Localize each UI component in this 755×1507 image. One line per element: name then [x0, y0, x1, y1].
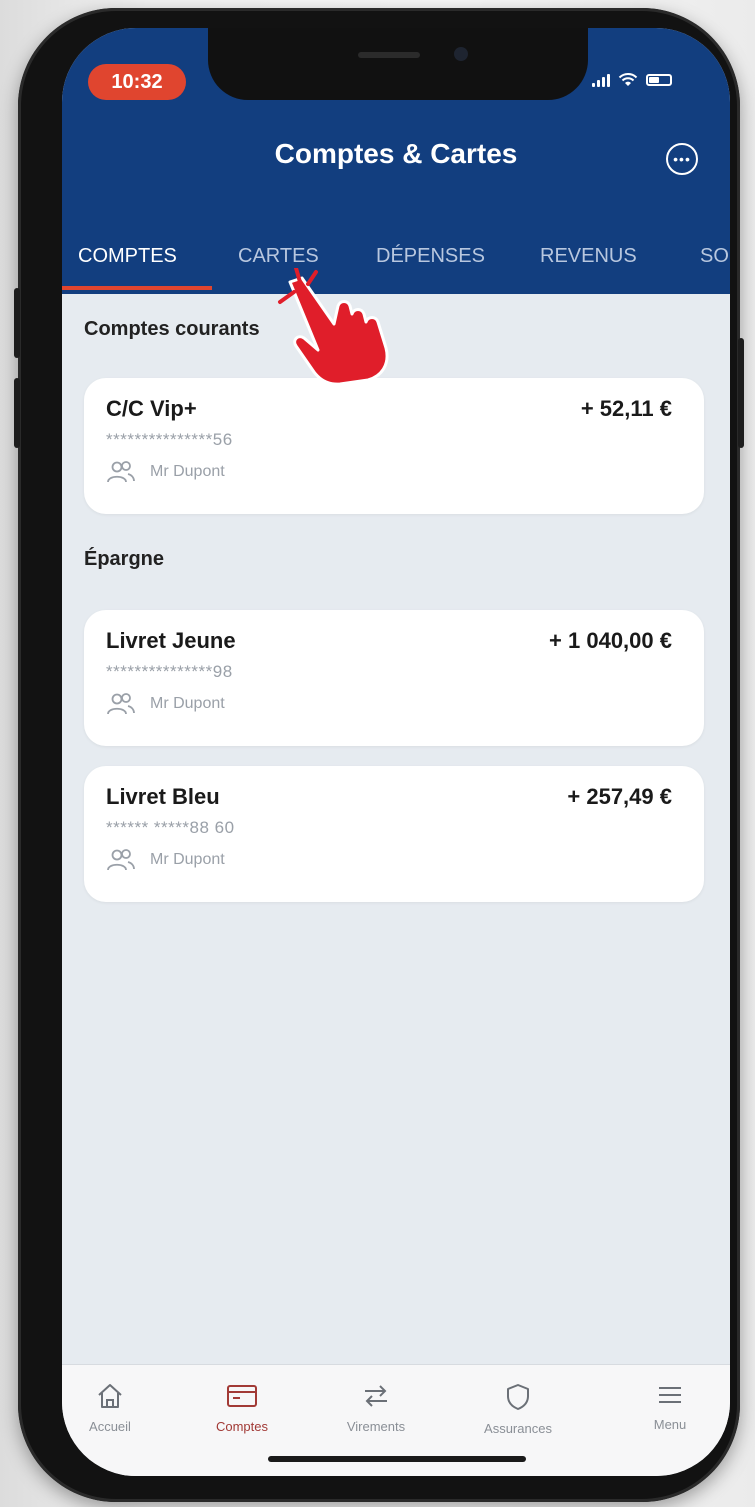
home-icon — [98, 1384, 122, 1408]
account-card-cc-vip[interactable]: C/C Vip+ + 52,11 € ***************56 Mr … — [84, 378, 704, 514]
volume-up-button — [14, 288, 20, 358]
owner-name: Mr Dupont — [150, 851, 225, 868]
nav-label: Accueil — [89, 1419, 131, 1434]
status-icons — [592, 72, 672, 88]
tab-comptes[interactable]: COMPTES — [78, 238, 177, 290]
front-camera — [454, 47, 468, 61]
account-card-livret-bleu[interactable]: Livret Bleu + 257,49 € ****** *****88 60… — [84, 766, 704, 902]
nav-label: Assurances — [484, 1421, 552, 1436]
users-icon — [107, 461, 135, 483]
pointer-hand-icon — [278, 268, 389, 386]
nav-assurances[interactable]: Assurances — [468, 1383, 568, 1436]
app-header: 10:32 Comptes & Cartes ••• COMPTES CARTE… — [62, 28, 730, 294]
owner-name: Mr Dupont — [150, 463, 225, 480]
tab-revenus[interactable]: REVENUS — [540, 238, 637, 290]
account-balance: + 1 040,00 € — [549, 628, 672, 653]
owner-name: Mr Dupont — [150, 695, 225, 712]
nav-menu[interactable]: Menu — [620, 1383, 720, 1432]
transfer-icon — [365, 1385, 387, 1407]
power-button — [738, 338, 744, 448]
users-icon — [107, 849, 135, 871]
page-title: Comptes & Cartes — [274, 138, 518, 169]
account-number: ****** *****88 60 — [106, 818, 235, 837]
section-title-current: Comptes courants — [84, 318, 260, 340]
nav-label: Virements — [346, 1419, 406, 1434]
account-card-livret-jeune[interactable]: Livret Jeune + 1 040,00 € **************… — [84, 610, 704, 746]
section-title-savings: Épargne — [84, 548, 165, 570]
account-name: Livret Jeune — [106, 628, 236, 653]
shield-icon — [507, 1384, 529, 1410]
account-number: ***************98 — [106, 662, 233, 681]
menu-icon — [659, 1387, 681, 1403]
wifi-icon — [618, 73, 638, 86]
account-name: Livret Bleu — [106, 784, 220, 809]
battery-icon — [646, 74, 672, 86]
card-icon — [227, 1385, 257, 1407]
account-name: C/C Vip+ — [106, 396, 197, 421]
account-balance: + 52,11 € — [580, 396, 672, 421]
account-balance: + 257,49 € — [567, 784, 672, 809]
nav-comptes[interactable]: Comptes — [192, 1383, 292, 1434]
account-owner: Mr Dupont — [106, 460, 225, 484]
status-time: 10:32 — [88, 64, 186, 100]
speaker-grille — [358, 52, 420, 58]
tab-more[interactable]: SO — [700, 238, 729, 290]
account-owner: Mr Dupont — [106, 848, 225, 872]
nav-label: Menu — [653, 1417, 687, 1432]
chat-icon[interactable]: ••• — [666, 143, 698, 175]
phone-screen: 10:32 Comptes & Cartes ••• COMPTES CARTE… — [62, 28, 730, 1476]
nav-virements[interactable]: Virements — [326, 1383, 426, 1434]
volume-down-button — [14, 378, 20, 448]
account-number: ***************56 — [106, 430, 233, 449]
active-tab-indicator — [62, 286, 212, 290]
notch — [208, 28, 588, 100]
nav-label: Comptes — [215, 1419, 269, 1434]
signal-icon — [592, 73, 610, 87]
home-indicator[interactable] — [268, 1456, 526, 1462]
account-owner: Mr Dupont — [106, 692, 225, 716]
nav-accueil[interactable]: Accueil — [62, 1383, 160, 1434]
users-icon — [107, 693, 135, 715]
